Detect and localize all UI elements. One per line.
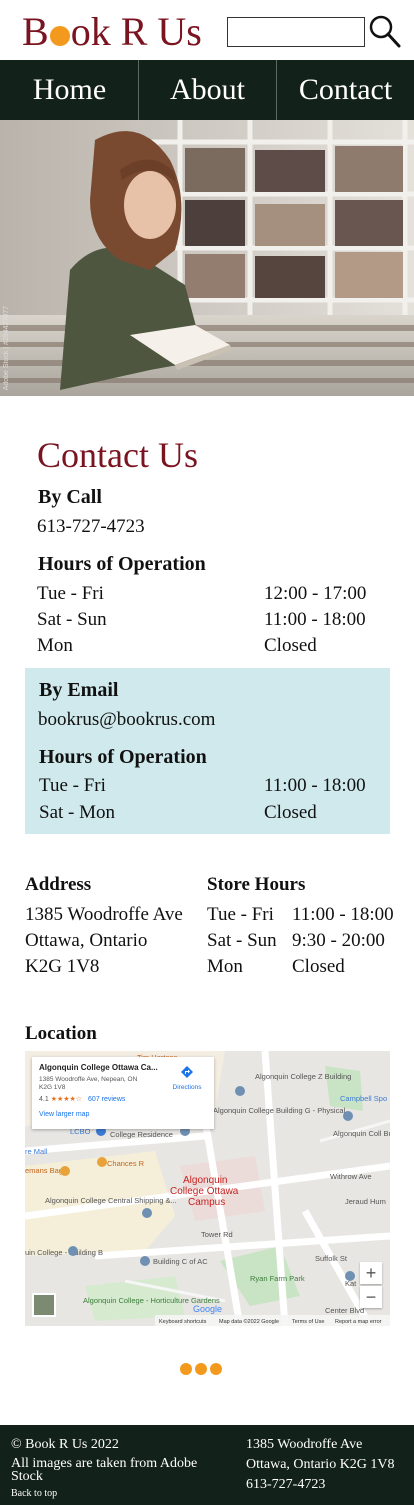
map-label: Tower Rd — [201, 1230, 233, 1239]
map-card-address: K2G 1V8 — [39, 1084, 66, 1091]
logo-text-start: B — [22, 9, 49, 54]
store-hours-day: Tue - Fri — [207, 904, 274, 925]
address-line: K2G 1V8 — [25, 956, 100, 977]
map-card-reviews[interactable]: 607 reviews — [88, 1096, 125, 1103]
map-label: College Residence — [110, 1130, 173, 1139]
by-email-heading: By Email — [39, 679, 119, 701]
pagination-dot[interactable] — [180, 1363, 192, 1375]
by-email-hours-time: 11:00 - 18:00 — [264, 775, 366, 796]
footer-address: Ottawa, Ontario K2G 1V8 — [246, 1457, 395, 1472]
footer-phone[interactable]: 613-727-4723 — [246, 1477, 325, 1493]
map-label: Algonquin College Z Building — [255, 1072, 351, 1081]
by-email-address[interactable]: bookrus@bookrus.com — [38, 709, 215, 731]
location-heading: Location — [25, 1023, 97, 1044]
search-button[interactable] — [368, 14, 402, 50]
by-call-hours-day: Sat - Sun — [37, 609, 107, 630]
footer-copyright: © Book R Us 2022 — [11, 1437, 119, 1452]
by-email-hours-heading: Hours of Operation — [39, 746, 207, 768]
map-card-address: 1385 Woodroffe Ave, Nepean, ON — [39, 1076, 138, 1083]
address-line: Ottawa, Ontario — [25, 930, 148, 951]
footer: © Book R Us 2022 All images are taken fr… — [0, 1425, 414, 1505]
map-label: College Ottawa — [170, 1186, 239, 1197]
pagination-dot[interactable] — [210, 1363, 222, 1375]
directions-label: Directions — [172, 1084, 202, 1091]
directions-icon — [181, 1066, 193, 1078]
map-info-card: Algonquin College Ottawa Ca... 1385 Wood… — [32, 1057, 214, 1129]
logo-dot-icon — [49, 26, 70, 46]
map-zoom-out-button[interactable]: − — [360, 1286, 382, 1308]
by-email-hours-time: Closed — [264, 802, 317, 823]
logo-text-end: ok R Us — [70, 9, 202, 54]
page-title: Contact Us — [37, 435, 198, 475]
logo[interactable]: Bok R Us — [22, 9, 202, 55]
store-hours-time: Closed — [292, 956, 345, 977]
by-call-hours-time: 11:00 - 18:00 — [264, 609, 366, 630]
pagination-dots — [180, 1363, 222, 1375]
footer-images-note: All images are taken from Adobe Stock — [11, 1456, 198, 1484]
map-card-title: Algonquin College Ottawa Ca... — [39, 1063, 158, 1072]
map-label: Withrow Ave — [330, 1172, 372, 1181]
header: Bok R Us — [0, 0, 414, 60]
search-input[interactable] — [227, 17, 365, 47]
by-email-hours-day: Tue - Fri — [39, 775, 106, 796]
address-heading: Address — [25, 874, 92, 895]
nav-home[interactable]: Home — [0, 60, 138, 120]
hero-image: Adobe Stock | #294427077 — [0, 120, 414, 396]
map-label: Algonquin College Central Shipping &... — [45, 1196, 177, 1205]
map-zoom-in-button[interactable]: + — [360, 1262, 382, 1284]
bookstore-photo — [0, 120, 414, 396]
footer-address: 1385 Woodroffe Ave — [246, 1437, 363, 1452]
pagination-dot[interactable] — [195, 1363, 207, 1375]
map-label: Suffolk St — [315, 1254, 348, 1263]
back-to-top-link[interactable]: Back to top — [11, 1488, 57, 1499]
directions-button[interactable]: Directions — [169, 1065, 205, 1091]
star-rating-icon: ★★★★☆ — [50, 1096, 83, 1103]
map-card-rating: 4.1 — [39, 1096, 49, 1103]
map-label: Jeraud Hum — [345, 1197, 386, 1206]
map-label: Google — [193, 1304, 222, 1314]
map-label: Algonquin Coll Building V - An — [333, 1129, 390, 1138]
by-call-hours-time: Closed — [264, 635, 317, 656]
map-footer: Map data ©2022 Google — [219, 1318, 279, 1325]
by-call-phone[interactable]: 613-727-4723 — [37, 516, 145, 538]
search-icon — [369, 15, 401, 48]
map-footer: Terms of Use — [292, 1319, 324, 1325]
address-line: 1385 Woodroffe Ave — [25, 904, 183, 925]
map-label: Campbell Spo — [340, 1094, 387, 1103]
main-nav: Home About Contact — [0, 60, 414, 120]
store-hours-heading: Store Hours — [207, 874, 306, 895]
map-label: Chances R — [107, 1159, 145, 1168]
by-call-hours-time: 12:00 - 17:00 — [264, 583, 367, 604]
nav-about[interactable]: About — [138, 60, 276, 120]
location-map[interactable]: Tim Hortons Algonquin College Z Building… — [25, 1051, 390, 1326]
map-label: Center Blvd — [325, 1306, 364, 1315]
map-label: uin College - Building B — [25, 1248, 103, 1257]
map-label: re Mall — [25, 1147, 48, 1156]
by-call-hours-day: Tue - Fri — [37, 583, 104, 604]
view-larger-map-link[interactable]: View larger map — [39, 1111, 89, 1118]
map-footer: Keyboard shortcuts — [159, 1319, 207, 1325]
store-hours-day: Sat - Sun — [207, 930, 277, 951]
by-call-heading: By Call — [38, 486, 102, 508]
hero-credit: Adobe Stock | #294427077 — [3, 305, 10, 390]
map-label: Algonquin College Building G - Physical.… — [213, 1106, 351, 1115]
map-label: Campus — [188, 1197, 225, 1208]
store-hours-time: 11:00 - 18:00 — [292, 904, 394, 925]
map-label: Ryan Farm Park — [250, 1274, 305, 1283]
nav-contact[interactable]: Contact — [276, 60, 414, 120]
by-email-hours-day: Sat - Mon — [39, 802, 115, 823]
map-footer: Report a map error — [335, 1319, 382, 1325]
by-call-hours-heading: Hours of Operation — [38, 553, 206, 575]
by-call-hours-day: Mon — [37, 635, 73, 656]
store-hours-time: 9:30 - 20:00 — [292, 930, 385, 951]
store-hours-day: Mon — [207, 956, 243, 977]
map-label: Algonquin — [183, 1175, 227, 1186]
map-label: Building C of AC — [153, 1257, 208, 1266]
